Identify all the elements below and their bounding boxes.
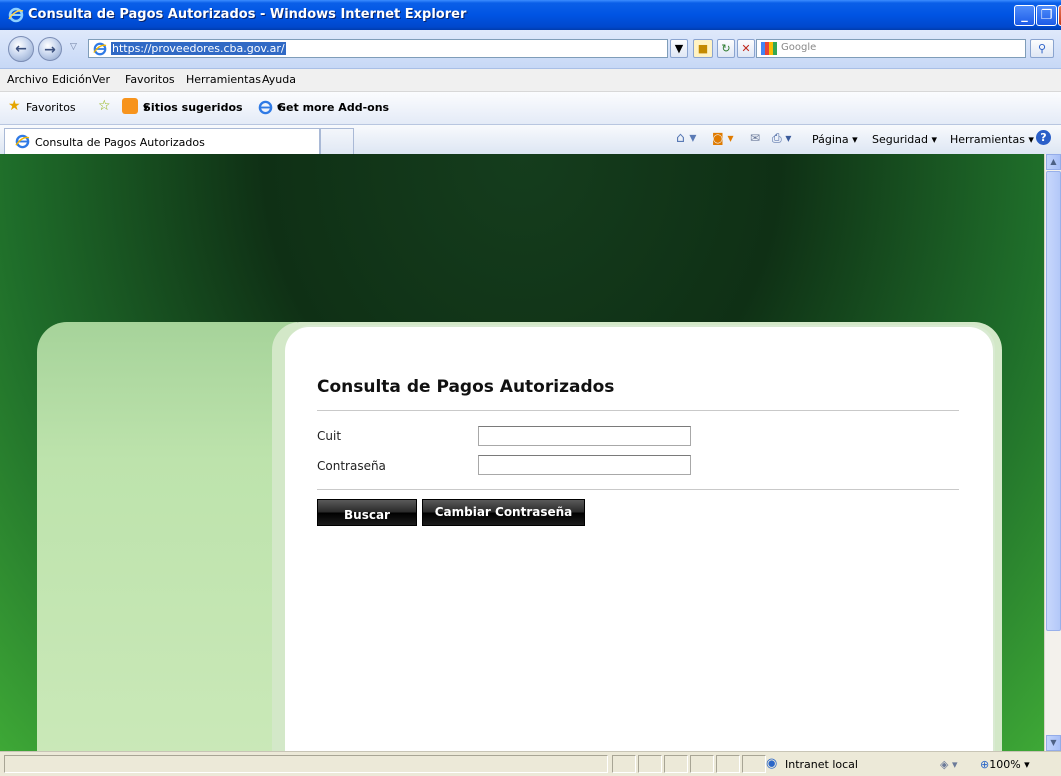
page-menu-label: Página — [812, 133, 849, 146]
cuit-input[interactable] — [478, 426, 691, 446]
vertical-scrollbar[interactable]: ▲ ▼ — [1044, 154, 1061, 751]
search-box[interactable]: Google — [756, 39, 1026, 58]
stop-button[interactable]: ✕ — [737, 39, 755, 58]
security-lock-button[interactable]: ■ — [693, 39, 713, 58]
buscar-button[interactable]: Buscar — [317, 499, 417, 526]
refresh-button[interactable]: ↻ — [717, 39, 735, 58]
back-button[interactable]: ← — [8, 36, 34, 62]
lock-icon: ■ — [697, 42, 709, 55]
title-bar: Consulta de Pagos Autorizados - Windows … — [0, 0, 1061, 30]
protected-mode-icon[interactable]: ◈ ▾ — [940, 758, 957, 771]
password-input[interactable] — [478, 455, 691, 475]
status-segment — [664, 755, 688, 773]
suggested-sites-icon — [122, 98, 138, 114]
help-icon[interactable]: ? — [1036, 130, 1051, 145]
menu-herramientas[interactable]: Herramientas — [186, 73, 261, 86]
tab-ie-icon — [15, 134, 30, 149]
search-button[interactable]: ⚲ — [1030, 39, 1054, 58]
maximize-button[interactable]: ❐ — [1036, 5, 1057, 26]
address-bar-row: ← → ▽ https://proveedores.cba.gov.ar/ ▼ … — [0, 30, 1061, 69]
home-icon[interactable]: ⌂ ▾ — [676, 130, 696, 146]
zone-label: Intranet local — [785, 758, 858, 771]
fields-divider — [317, 489, 959, 490]
security-menu[interactable]: Seguridad ▾ — [872, 133, 937, 146]
add-favorite-icon[interactable]: ☆ — [98, 98, 111, 114]
favorites-button[interactable]: Favoritos — [26, 101, 76, 114]
suggested-sites-button[interactable]: Sitios sugeridos ▾ — [143, 101, 243, 114]
stop-icon: ✕ — [741, 42, 751, 55]
intranet-globe-icon: ◉ — [766, 756, 778, 771]
menu-edicion[interactable]: Edición — [52, 73, 92, 86]
change-password-button[interactable]: Cambiar Contraseña — [422, 499, 585, 526]
scroll-down-arrow[interactable]: ▼ — [1046, 735, 1061, 751]
new-tab-button[interactable] — [320, 128, 354, 154]
forward-arrow-icon: → — [44, 42, 56, 58]
chevron-down-icon: ▼ — [674, 42, 684, 55]
address-dropdown-button[interactable]: ▼ — [670, 39, 688, 58]
address-field[interactable]: https://proveedores.cba.gov.ar/ — [88, 39, 668, 58]
get-addons-button[interactable]: Get more Add-ons ▾ — [277, 101, 389, 114]
zoom-level: 100% — [989, 758, 1021, 771]
menu-ver[interactable]: Ver — [92, 73, 110, 86]
cuit-label: Cuit — [317, 429, 342, 443]
left-decor-panel — [37, 322, 297, 751]
scroll-up-arrow[interactable]: ▲ — [1046, 154, 1061, 170]
security-menu-label: Seguridad — [872, 133, 928, 146]
password-label: Contraseña — [317, 459, 386, 473]
tab-bar: Consulta de Pagos Autorizados ⌂ ▾ ◙ ▾ ✉ … — [0, 125, 1061, 155]
forward-button[interactable]: → — [38, 37, 62, 61]
zoom-control[interactable]: ⊕100% ▾ — [980, 758, 1030, 771]
favorites-bar: ★ Favoritos ☆ Sitios sugeridos ▾ Get mor… — [0, 92, 1061, 125]
status-segment — [716, 755, 740, 773]
minimize-button[interactable]: _ — [1014, 5, 1035, 26]
status-segment — [638, 755, 662, 773]
search-icon: ⚲ — [1037, 42, 1047, 55]
ie-addons-icon — [258, 100, 273, 115]
title-divider — [317, 410, 959, 411]
feeds-icon[interactable]: ◙ ▾ — [712, 131, 733, 145]
form-title: Consulta de Pagos Autorizados — [317, 377, 615, 397]
page-ie-icon — [93, 42, 107, 56]
menu-favoritos[interactable]: Favoritos — [125, 73, 175, 86]
search-placeholder: Google — [781, 42, 817, 53]
tools-menu[interactable]: Herramientas ▾ — [950, 133, 1034, 146]
zoom-icon: ⊕ — [980, 758, 990, 771]
print-icon[interactable]: ⎙ ▾ — [772, 131, 791, 146]
status-bar: ◉ Intranet local ◈ ▾ ⊕100% ▾ — [0, 751, 1061, 776]
login-card: Consulta de Pagos Autorizados Cuit Contr… — [285, 327, 993, 751]
menu-ayuda[interactable]: Ayuda — [262, 73, 296, 86]
window-title: Consulta de Pagos Autorizados - Windows … — [28, 7, 467, 22]
google-logo-icon — [761, 42, 777, 55]
page-menu[interactable]: Página ▾ — [812, 133, 858, 146]
tab-title: Consulta de Pagos Autorizados — [35, 136, 205, 149]
back-arrow-icon: ← — [15, 41, 27, 57]
mail-icon[interactable]: ✉ — [750, 131, 760, 145]
favorites-star-icon: ★ — [8, 98, 21, 114]
status-message — [4, 755, 608, 773]
get-addons-label: Get more Add-ons — [277, 101, 390, 114]
url-text: https://proveedores.cba.gov.ar/ — [111, 42, 286, 55]
tab-consulta-pagos[interactable]: Consulta de Pagos Autorizados — [4, 128, 320, 154]
menu-archivo[interactable]: Archivo — [7, 73, 48, 86]
menu-bar: Archivo Edición Ver Favoritos Herramient… — [0, 69, 1061, 92]
status-segment — [612, 755, 636, 773]
refresh-icon: ↻ — [721, 42, 731, 55]
history-dropdown-icon[interactable]: ▽ — [70, 42, 77, 52]
tools-menu-label: Herramientas — [950, 133, 1025, 146]
suggested-sites-label: Sitios sugeridos — [143, 101, 243, 114]
scroll-thumb[interactable] — [1046, 171, 1061, 631]
status-segment — [742, 755, 766, 773]
ie-logo-icon — [8, 7, 24, 23]
status-segment — [690, 755, 714, 773]
page-content: Consulta de Pagos Autorizados Cuit Contr… — [0, 154, 1044, 751]
